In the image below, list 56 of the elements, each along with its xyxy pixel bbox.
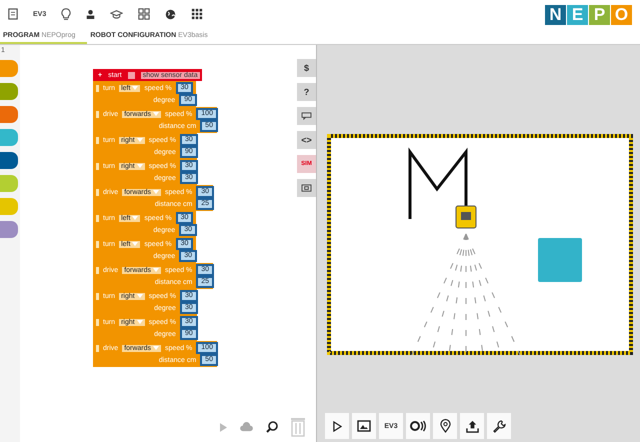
grid-icon[interactable] [138,8,150,20]
category-tab[interactable] [0,221,18,238]
globe-icon[interactable] [165,8,176,20]
location-pin-icon [440,419,450,433]
play-button[interactable] [325,413,349,439]
drawn-line [408,147,468,219]
caret-icon [153,112,160,116]
comment-button[interactable] [297,107,316,125]
caret-icon [136,164,143,168]
caret-icon [153,268,160,272]
play-icon [332,420,342,432]
tool-button[interactable]: ? [297,83,316,101]
category-tab[interactable] [0,152,18,169]
caret-icon [136,320,143,324]
sound-button[interactable] [406,413,430,439]
sound-icon [410,420,426,432]
grip-icon [96,344,99,352]
grip-icon [96,84,99,92]
user-icon[interactable] [86,8,96,20]
comment-icon [301,112,312,120]
caret-icon [153,190,160,194]
nepo-logo: N E P O [545,5,632,25]
caret-icon [132,216,138,220]
screen-icon [301,184,312,192]
caret-icon [153,346,160,350]
upload-button[interactable] [460,413,484,439]
caret-icon [132,86,138,90]
graduation-cap-icon[interactable] [110,9,124,19]
grip-icon [96,318,99,326]
tool-button[interactable]: $ [297,59,316,77]
wrench-icon [492,420,506,432]
apps-icon[interactable] [191,8,204,20]
grip-icon [96,240,99,248]
checkbox[interactable] [128,72,135,78]
grip-icon [96,188,99,196]
category-tab[interactable] [0,106,18,123]
pin-button[interactable] [433,413,457,439]
image-icon [357,420,371,432]
robot-drawing[interactable] [456,206,476,228]
screen-button[interactable] [297,179,316,197]
document-icon[interactable] [8,8,18,20]
grip-icon [96,162,99,170]
upload-icon [466,420,478,432]
caret-icon [136,138,143,142]
tool-button[interactable]: <> [297,131,316,149]
grip-icon [96,110,99,118]
lightbulb-icon[interactable] [61,8,72,20]
image-button[interactable] [352,413,376,439]
grip-icon [96,136,99,144]
caret-icon [136,294,143,298]
grip-icon [96,292,99,300]
caret-icon [132,242,138,246]
grip-icon [96,214,99,222]
grip-icon [96,266,99,274]
zoom-icon[interactable] [266,421,278,433]
wrench-button[interactable] [487,413,511,439]
